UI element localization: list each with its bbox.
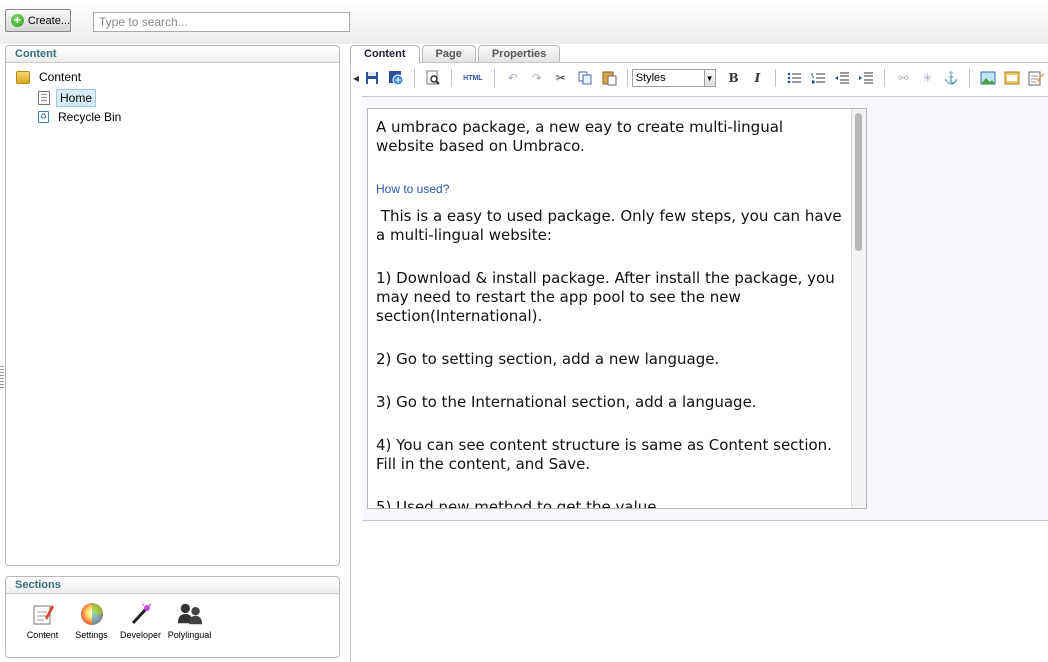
tree-item-content[interactable]: Content bbox=[16, 69, 84, 85]
paste-icon[interactable] bbox=[599, 68, 619, 88]
save-icon[interactable] bbox=[362, 68, 382, 88]
rich-text-editor[interactable]: A umbraco package, a new eay to create m… bbox=[367, 108, 867, 509]
recycle-bin-icon: ♻ bbox=[38, 111, 49, 123]
developer-wand-icon bbox=[128, 601, 154, 627]
body-paragraph: This is a easy to used package. Only few… bbox=[376, 207, 847, 244]
settings-color-wheel-icon bbox=[79, 601, 105, 627]
toolbar-separator bbox=[969, 69, 971, 87]
body-paragraph: 1) Download & install package. After ins… bbox=[376, 269, 835, 325]
tab-page[interactable]: Page bbox=[421, 45, 476, 62]
toolbar-separator bbox=[450, 69, 452, 87]
toolbar-separator bbox=[884, 69, 886, 87]
content-pencil-icon bbox=[30, 601, 56, 627]
preview-icon[interactable] bbox=[423, 68, 443, 88]
toolbar-separator bbox=[626, 69, 628, 87]
tree-item-label: Content bbox=[39, 70, 82, 84]
top-bar: + Create... bbox=[0, 0, 1048, 44]
tab-properties[interactable]: Properties bbox=[477, 45, 561, 62]
italic-button[interactable]: I bbox=[748, 68, 768, 88]
redo-icon[interactable]: ↷ bbox=[527, 68, 547, 88]
folder-icon bbox=[16, 70, 30, 84]
section-developer[interactable]: Developer bbox=[116, 601, 165, 640]
save-and-publish-icon[interactable] bbox=[386, 68, 406, 88]
section-label: Content bbox=[26, 630, 59, 640]
section-heading: How to used? bbox=[376, 182, 450, 196]
cut-icon[interactable]: ✂ bbox=[551, 68, 571, 88]
chevron-down-icon: ▼ bbox=[703, 70, 715, 86]
bold-button[interactable]: B bbox=[724, 68, 744, 88]
styles-dropdown[interactable]: Styles ▼ bbox=[631, 69, 716, 87]
section-label: Polylingual bbox=[167, 630, 212, 640]
body-paragraph: 2) Go to setting section, add a new lang… bbox=[376, 350, 720, 368]
tree-item-label: Recycle Bin bbox=[58, 110, 122, 124]
editor-content[interactable]: A umbraco package, a new eay to create m… bbox=[368, 109, 850, 509]
toolbar-handle-icon[interactable]: ◂ bbox=[352, 68, 360, 88]
editor-tabs: Content Page Properties bbox=[350, 45, 561, 63]
toolbar-separator bbox=[775, 69, 777, 87]
plus-icon: + bbox=[11, 14, 24, 27]
editor-scrollbar[interactable] bbox=[851, 109, 866, 508]
document-icon bbox=[38, 91, 50, 105]
unlink-icon[interactable]: ✳ bbox=[917, 68, 937, 88]
editor-toolbar: ◂ HTML ↶ ↷ ✂ Styles ▼ B I ⚯ ✳ ⚓ bbox=[352, 65, 1048, 91]
intro-paragraph: A umbraco package, a new eay to create m… bbox=[376, 118, 784, 155]
sections-panel: Sections Content Settings Developer Poly… bbox=[5, 576, 340, 658]
polylingual-people-icon bbox=[177, 601, 203, 627]
tree-item-label: Home bbox=[56, 89, 97, 107]
insert-image-icon[interactable] bbox=[978, 68, 998, 88]
insert-form-icon[interactable] bbox=[1026, 68, 1046, 88]
section-polylingual[interactable]: Polylingual bbox=[165, 601, 214, 640]
body-paragraph: 3) Go to the International section, add … bbox=[376, 393, 757, 411]
section-label: Developer bbox=[119, 630, 162, 640]
sections-panel-title: Sections bbox=[6, 577, 339, 594]
section-settings[interactable]: Settings bbox=[67, 601, 116, 640]
bullet-list-icon[interactable] bbox=[784, 68, 804, 88]
search-input[interactable] bbox=[93, 12, 350, 32]
body-paragraph: 5) Used new method to get the value. bbox=[376, 498, 662, 509]
body-paragraph: 4) You can see content structure is same… bbox=[376, 436, 832, 473]
outdent-icon[interactable] bbox=[832, 68, 852, 88]
numbered-list-icon[interactable] bbox=[808, 68, 828, 88]
undo-icon[interactable]: ↶ bbox=[503, 68, 523, 88]
toolbar-separator bbox=[493, 69, 495, 87]
section-label: Settings bbox=[75, 630, 108, 640]
tab-content[interactable]: Content bbox=[350, 45, 420, 63]
link-icon[interactable]: ⚯ bbox=[893, 68, 913, 88]
tree-item-recycle-bin[interactable]: ♻ Recycle Bin bbox=[38, 109, 124, 125]
content-tree-panel: Content Content Home ♻ Recycle Bin bbox=[5, 45, 340, 566]
anchor-icon[interactable]: ⚓ bbox=[941, 68, 961, 88]
insert-macro-icon[interactable] bbox=[1002, 68, 1022, 88]
styles-dropdown-value: Styles bbox=[635, 72, 666, 84]
html-source-button[interactable]: HTML bbox=[460, 68, 486, 88]
tree-item-home[interactable]: Home bbox=[38, 89, 97, 107]
create-button[interactable]: + Create... bbox=[5, 9, 71, 32]
toolbar-separator bbox=[413, 69, 415, 87]
section-content[interactable]: Content bbox=[18, 601, 67, 640]
content-panel-title: Content bbox=[6, 46, 339, 63]
indent-icon[interactable] bbox=[856, 68, 876, 88]
create-button-label: Create... bbox=[27, 14, 70, 27]
copy-icon[interactable] bbox=[575, 68, 595, 88]
panel-resize-handle[interactable] bbox=[0, 366, 4, 388]
scrollbar-thumb[interactable] bbox=[855, 113, 862, 251]
